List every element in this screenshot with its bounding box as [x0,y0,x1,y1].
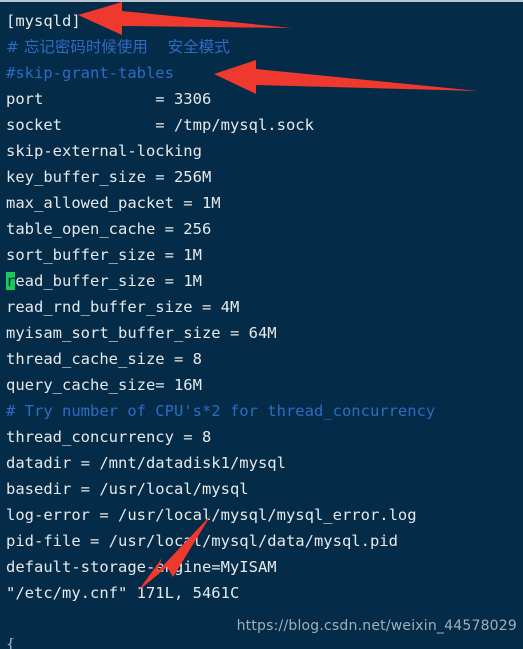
editor-line[interactable]: read_rnd_buffer_size = 4M [6,294,523,320]
comment-text: # Try number of CPU's*2 for thread_concu… [6,402,436,420]
setting-text: socket = /tmp/mysql.sock [6,116,314,134]
editor-line[interactable]: read_buffer_size = 1M [6,268,523,294]
section-header: [mysqld] [6,12,81,30]
partial-trailing-character: { [6,638,16,649]
setting-text: skip-external-locking [6,142,202,160]
editor-line[interactable]: thread_cache_size = 8 [6,346,523,372]
text-cursor: r [6,272,16,290]
editor-line[interactable]: "/etc/my.cnf" 171L, 5461C [6,580,523,606]
file-status-line: "/etc/my.cnf" 171L, 5461C [6,584,240,602]
setting-text: datadir = /mnt/datadisk1/mysql [6,454,286,472]
setting-text: port = 3306 [6,90,212,108]
setting-text: table_open_cache = 256 [6,220,212,238]
setting-text: pid-file = /usr/local/mysql/data/mysql.p… [6,532,398,550]
editor-line[interactable]: [mysqld] [6,8,523,34]
editor-line[interactable]: max_allowed_packet = 1M [6,190,523,216]
comment-text: # 忘记密码时候使用 安全模式 [6,38,230,56]
comment-text: #skip-grant-tables [6,64,174,82]
editor-line[interactable]: default-storage-engine=MyISAM [6,554,523,580]
editor-line[interactable]: # 忘记密码时候使用 安全模式 [6,34,523,60]
vim-editor-buffer[interactable]: [mysqld] # 忘记密码时候使用 安全模式 #skip-grant-table… [0,2,523,606]
setting-text: sort_buffer_size = 1M [6,246,202,264]
setting-text: thread_concurrency = 8 [6,428,212,446]
watermark-url: https://blog.csdn.net/weixin_44578029 [236,618,517,634]
setting-text: query_cache_size= 16M [6,376,202,394]
editor-line[interactable]: myisam_sort_buffer_size = 64M [6,320,523,346]
editor-line[interactable]: log-error = /usr/local/mysql/mysql_error… [6,502,523,528]
editor-line[interactable]: basedir = /usr/local/mysql [6,476,523,502]
setting-text: basedir = /usr/local/mysql [6,480,249,498]
editor-line[interactable]: port = 3306 [6,86,523,112]
editor-line[interactable]: query_cache_size= 16M [6,372,523,398]
editor-line[interactable]: skip-external-locking [6,138,523,164]
setting-text: key_buffer_size = 256M [6,168,212,186]
editor-line[interactable]: socket = /tmp/mysql.sock [6,112,523,138]
setting-text: thread_cache_size = 8 [6,350,202,368]
editor-line[interactable]: thread_concurrency = 8 [6,424,523,450]
setting-text: read_rnd_buffer_size = 4M [6,298,240,316]
editor-line[interactable]: pid-file = /usr/local/mysql/data/mysql.p… [6,528,523,554]
editor-line[interactable]: key_buffer_size = 256M [6,164,523,190]
editor-line[interactable]: table_open_cache = 256 [6,216,523,242]
setting-text: default-storage-engine=MyISAM [6,558,277,576]
editor-line[interactable]: datadir = /mnt/datadisk1/mysql [6,450,523,476]
terminal-window[interactable]: [mysqld] # 忘记密码时候使用 安全模式 #skip-grant-table… [0,0,523,649]
editor-line[interactable]: sort_buffer_size = 1M [6,242,523,268]
setting-text: ead_buffer_size = 1M [15,272,202,290]
editor-line[interactable]: #skip-grant-tables [6,60,523,86]
setting-text: max_allowed_packet = 1M [6,194,221,212]
setting-text: log-error = /usr/local/mysql/mysql_error… [6,506,417,524]
editor-line[interactable]: # Try number of CPU's*2 for thread_concu… [6,398,523,424]
setting-text: myisam_sort_buffer_size = 64M [6,324,277,342]
